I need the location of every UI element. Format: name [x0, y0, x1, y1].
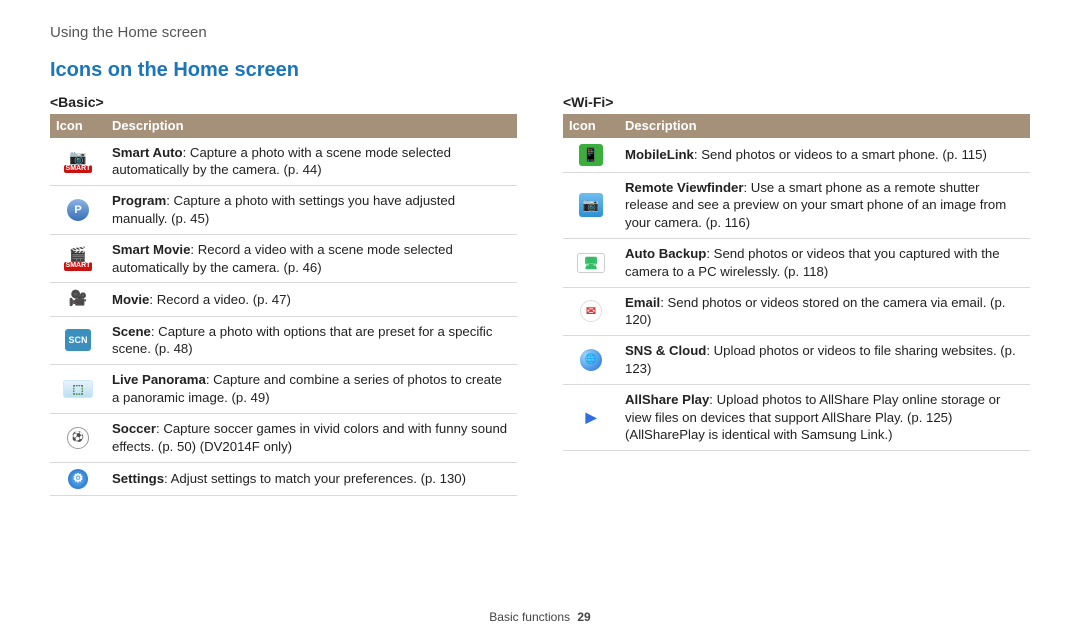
table-row: 📷 Remote Viewfinder: Use a smart phone a… — [563, 172, 1030, 238]
table-row: ▶ AllShare Play: Upload photos to AllSha… — [563, 384, 1030, 450]
row-description: Smart Movie: Record a video with a scene… — [106, 234, 517, 283]
footer-section: Basic functions — [489, 610, 570, 624]
page-footer: Basic functions 29 — [50, 610, 1030, 624]
row-description: Remote Viewfinder: Use a smart phone as … — [619, 172, 1030, 238]
remote-viewfinder-icon: 📷 — [579, 193, 603, 217]
email-icon: ✉ — [580, 300, 602, 322]
table-header-description: Description — [619, 114, 1030, 138]
smart-movie-icon: 🎬SMART — [64, 245, 93, 270]
table-row: 🎬SMART Smart Movie: Record a video with … — [50, 234, 517, 283]
table-row: 📷SMART Smart Auto: Capture a photo with … — [50, 138, 517, 186]
two-column-layout: <Basic> Icon Description 📷SMART Smart Au… — [50, 90, 1030, 496]
table-row: ⚽ Soccer: Capture soccer games in vivid … — [50, 413, 517, 462]
row-description: Settings: Adjust settings to match your … — [106, 462, 517, 495]
row-description: Program: Capture a photo with settings y… — [106, 186, 517, 235]
mobilelink-icon: 📱 — [579, 144, 603, 166]
breadcrumb: Using the Home screen — [50, 24, 1030, 41]
table-row: ✉ Email: Send photos or videos stored on… — [563, 287, 1030, 336]
table-row: SCN Scene: Capture a photo with options … — [50, 316, 517, 365]
soccer-icon: ⚽ — [67, 427, 89, 449]
manual-page: Using the Home screen Icons on the Home … — [0, 0, 1080, 638]
table-row: P Program: Capture a photo with settings… — [50, 186, 517, 235]
movie-icon: 🎥 — [69, 290, 88, 307]
table-header-icon: Icon — [563, 114, 619, 138]
basic-subhead: <Basic> — [50, 94, 517, 110]
row-description: Movie: Record a video. (p. 47) — [106, 283, 517, 316]
wifi-column: <Wi-Fi> Icon Description 📱 MobileLink: S… — [563, 90, 1030, 496]
basic-icon-table: Icon Description 📷SMART Smart Auto: Capt… — [50, 114, 517, 496]
basic-column: <Basic> Icon Description 📷SMART Smart Au… — [50, 90, 517, 496]
auto-backup-icon: 🖥 — [577, 253, 605, 273]
section-title: Icons on the Home screen — [50, 59, 1030, 82]
table-row: 🌐 SNS & Cloud: Upload photos or videos t… — [563, 336, 1030, 385]
table-row: ⬚ Live Panorama: Capture and combine a s… — [50, 365, 517, 414]
row-description: Smart Auto: Capture a photo with a scene… — [106, 138, 517, 186]
panorama-icon: ⬚ — [63, 380, 93, 398]
row-description: Scene: Capture a photo with options that… — [106, 316, 517, 365]
row-description: MobileLink: Send photos or videos to a s… — [619, 138, 1030, 173]
wifi-subhead: <Wi-Fi> — [563, 94, 1030, 110]
settings-icon: ⚙ — [68, 469, 88, 489]
table-row: 🎥 Movie: Record a video. (p. 47) — [50, 283, 517, 316]
row-description: AllShare Play: Upload photos to AllShare… — [619, 384, 1030, 450]
table-row: ⚙ Settings: Adjust settings to match you… — [50, 462, 517, 495]
table-header-description: Description — [106, 114, 517, 138]
allshare-play-icon: ▶ — [580, 407, 602, 429]
row-description: Soccer: Capture soccer games in vivid co… — [106, 413, 517, 462]
row-description: Auto Backup: Send photos or videos that … — [619, 238, 1030, 287]
program-icon: P — [67, 199, 89, 221]
table-row: 📱 MobileLink: Send photos or videos to a… — [563, 138, 1030, 173]
table-row: 🖥 Auto Backup: Send photos or videos tha… — [563, 238, 1030, 287]
row-description: SNS & Cloud: Upload photos or videos to … — [619, 336, 1030, 385]
smart-auto-icon: 📷SMART — [64, 148, 93, 173]
row-description: Live Panorama: Capture and combine a ser… — [106, 365, 517, 414]
scene-icon: SCN — [65, 329, 91, 351]
sns-cloud-icon: 🌐 — [580, 349, 602, 371]
page-number: 29 — [577, 610, 590, 624]
table-header-icon: Icon — [50, 114, 106, 138]
row-description: Email: Send photos or videos stored on t… — [619, 287, 1030, 336]
wifi-icon-table: Icon Description 📱 MobileLink: Send phot… — [563, 114, 1030, 451]
